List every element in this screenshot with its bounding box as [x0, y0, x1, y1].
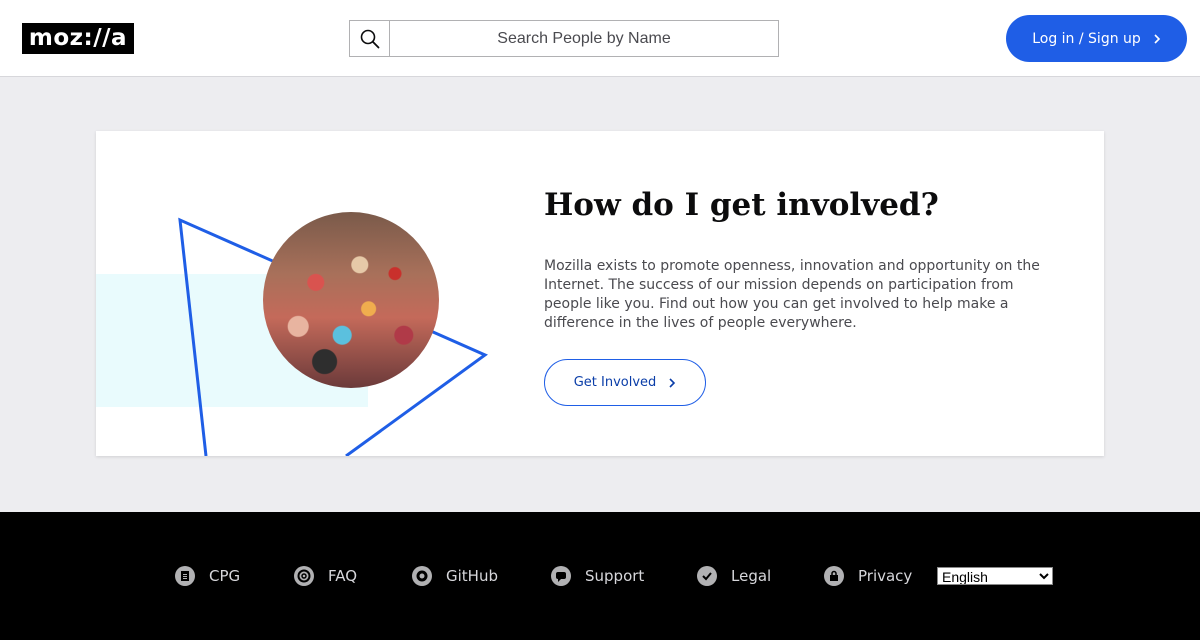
chevron-right-icon: [1154, 33, 1160, 44]
footer-link-label: Privacy: [858, 567, 913, 585]
login-button-label: Log in / Sign up: [1032, 30, 1141, 47]
lifebuoy-icon: [294, 566, 314, 586]
footer-link-legal[interactable]: Legal: [697, 566, 771, 586]
get-involved-label: Get Involved: [573, 375, 657, 390]
search-icon[interactable]: [350, 21, 390, 56]
site-header: moz://a Log in / Sign up: [0, 0, 1200, 77]
get-involved-button[interactable]: Get Involved: [544, 359, 706, 406]
footer-link-label: FAQ: [328, 567, 358, 585]
document-icon: [175, 566, 195, 586]
chevron-right-icon: [669, 377, 676, 388]
footer-link-cpg[interactable]: CPG: [175, 566, 240, 586]
chat-icon: [551, 566, 571, 586]
footer-link-label: Legal: [731, 567, 772, 585]
card-body-text: Mozilla exists to promote openness, inno…: [544, 258, 1040, 331]
footer-link-faq[interactable]: FAQ: [294, 566, 357, 586]
illustration: [96, 131, 516, 456]
mozilla-logo[interactable]: moz://a: [22, 23, 134, 54]
language-select[interactable]: English: [937, 567, 1053, 585]
footer-link-support[interactable]: Support: [551, 566, 644, 586]
footer-link-label: CPG: [209, 567, 241, 585]
site-footer: CPG FAQ GitHub Support Legal Privacy Eng…: [0, 512, 1200, 640]
footer-link-privacy[interactable]: Privacy: [824, 566, 912, 586]
card-heading: How do I get involved?: [544, 187, 939, 223]
footer-link-github[interactable]: GitHub: [412, 566, 498, 586]
lock-icon: [824, 566, 844, 586]
footer-link-label: Support: [585, 567, 645, 585]
github-icon: [412, 566, 432, 586]
footer-link-label: GitHub: [446, 567, 498, 585]
login-button[interactable]: Log in / Sign up: [1006, 15, 1187, 62]
checkmark-icon: [697, 566, 717, 586]
search-input[interactable]: [390, 21, 778, 56]
search-bar: [349, 20, 779, 57]
community-photo: [263, 212, 439, 388]
get-involved-card: How do I get involved? Mozilla exists to…: [96, 131, 1104, 456]
